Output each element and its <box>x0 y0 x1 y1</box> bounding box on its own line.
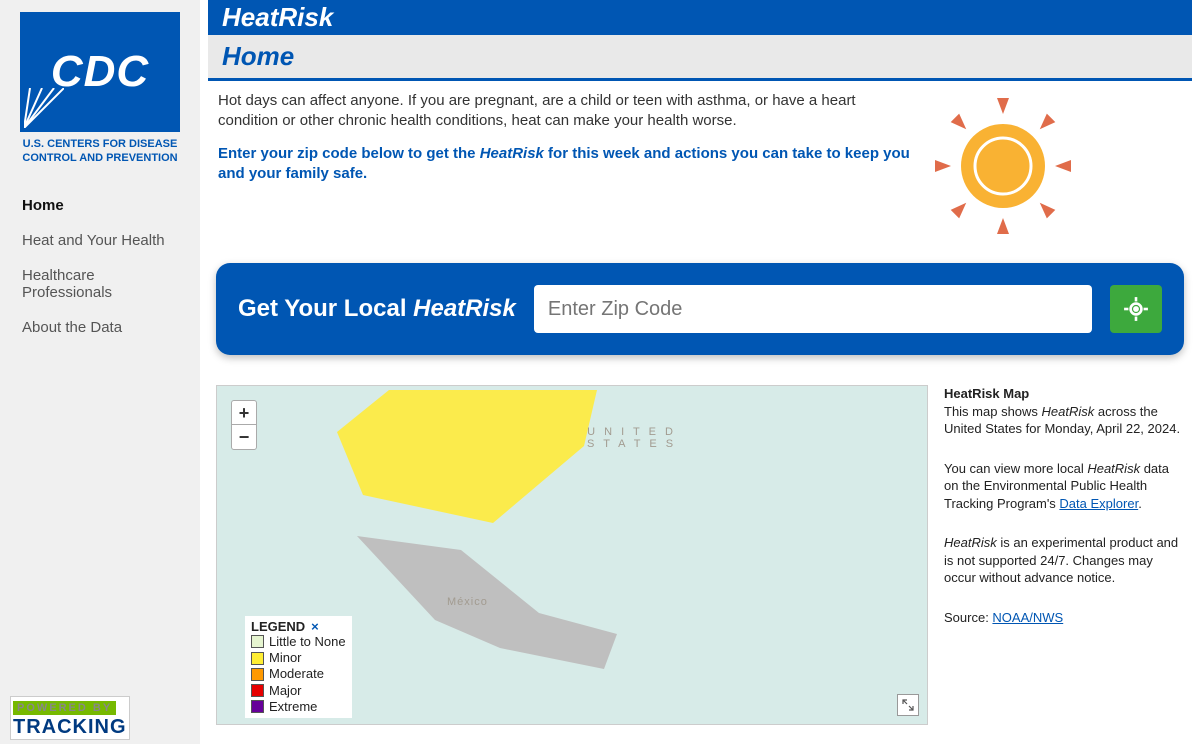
nav-item-home[interactable]: Home <box>0 188 200 223</box>
main-content: HeatRisk Home Hot days can affect anyone… <box>200 0 1200 744</box>
map-info-panel: HeatRisk Map This map shows HeatRisk acr… <box>944 385 1184 725</box>
cdc-logo-text: CDC <box>51 47 149 97</box>
cdc-logo-subtitle: U.S. CENTERS FOR DISEASE CONTROL AND PRE… <box>18 138 182 166</box>
heatrisk-map[interactable]: U N I T E D S T A T E S México + − LEGEN… <box>216 385 928 725</box>
legend-item: Minor <box>251 650 346 666</box>
legend-item: Major <box>251 683 346 699</box>
zoom-out-button[interactable]: − <box>232 425 256 449</box>
nav-item-about-data[interactable]: About the Data <box>0 310 200 345</box>
intro-text: Hot days can affect anyone. If you are p… <box>218 91 918 241</box>
info-heading: HeatRisk Map <box>944 385 1184 403</box>
cdc-logo: CDC U.S. CENTERS FOR DISEASE CONTROL AND… <box>0 0 200 180</box>
zip-search-panel: Get Your Local HeatRisk <box>216 263 1184 355</box>
source-link[interactable]: NOAA/NWS <box>992 610 1063 625</box>
map-legend: LEGEND × Little to None Minor Moderate Ma… <box>245 616 352 718</box>
intro-para1: Hot days can affect anyone. If you are p… <box>218 91 918 132</box>
powered-by-badge: POWERED BY TRACKING <box>0 686 200 744</box>
powered-top: POWERED BY <box>13 701 116 715</box>
search-label: Get Your Local HeatRisk <box>238 295 516 323</box>
expand-icon <box>902 699 914 711</box>
intro-cta: Enter your zip code below to get the Hea… <box>218 144 918 185</box>
crosshair-icon <box>1123 296 1149 322</box>
sidebar: CDC U.S. CENTERS FOR DISEASE CONTROL AND… <box>0 0 200 744</box>
legend-item: Moderate <box>251 666 346 682</box>
page-subtitle: Home <box>208 35 1192 81</box>
nav-item-heat-health[interactable]: Heat and Your Health <box>0 223 200 258</box>
legend-close-button[interactable]: × <box>311 619 319 634</box>
sun-icon <box>918 91 1088 241</box>
legend-title: LEGEND <box>251 619 305 634</box>
expand-map-button[interactable] <box>897 694 919 716</box>
zip-input[interactable] <box>534 285 1092 333</box>
page-title: HeatRisk <box>208 0 1192 35</box>
nav-item-healthcare-pros[interactable]: Healthcare Professionals <box>0 258 200 310</box>
legend-item: Little to None <box>251 634 346 650</box>
locate-button[interactable] <box>1110 285 1162 333</box>
data-explorer-link[interactable]: Data Explorer <box>1059 496 1138 511</box>
map-label-us: U N I T E D S T A T E S <box>587 426 676 450</box>
legend-item: Extreme <box>251 699 346 715</box>
zoom-in-button[interactable]: + <box>232 401 256 425</box>
map-label-mx: México <box>447 596 488 608</box>
sidebar-nav: Home Heat and Your Health Healthcare Pro… <box>0 180 200 345</box>
zoom-control: + − <box>231 400 257 450</box>
powered-bottom: TRACKING <box>13 716 127 739</box>
